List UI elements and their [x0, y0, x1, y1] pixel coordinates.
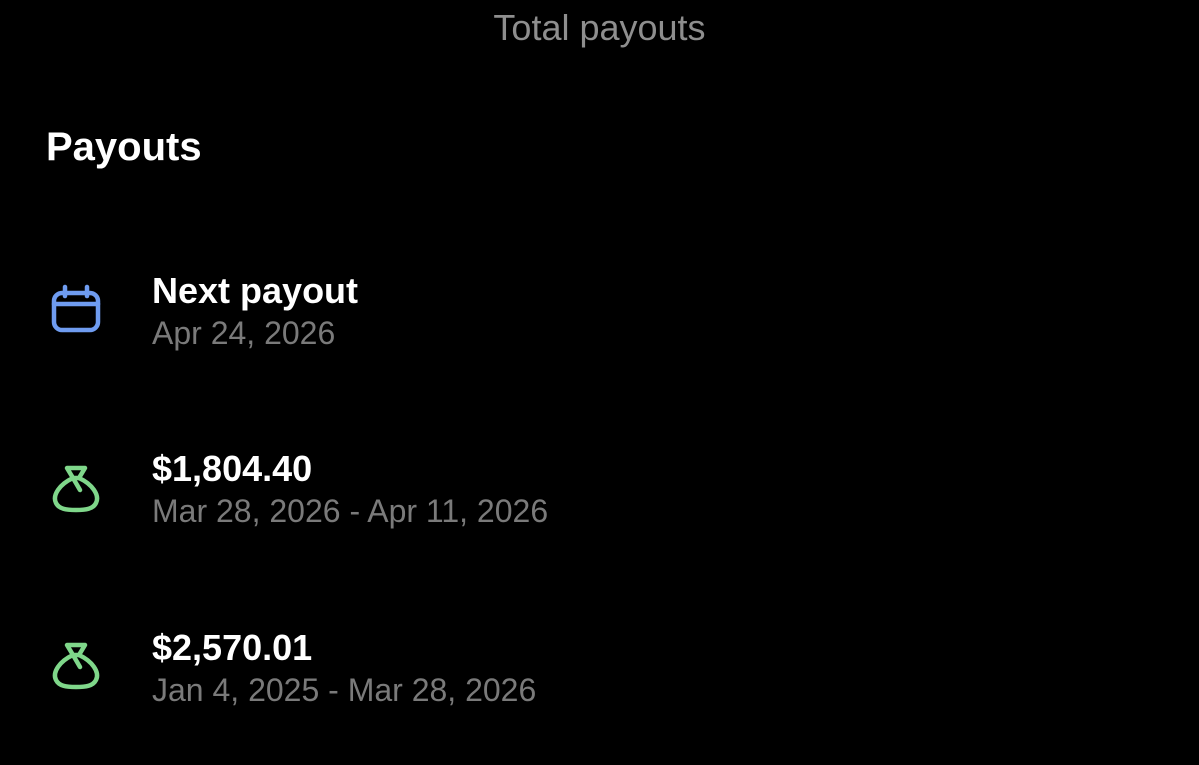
- list-item-date: Apr 24, 2026: [152, 315, 336, 351]
- list-item-title: Next payout: [152, 270, 359, 311]
- list-item-payout[interactable]: $2,570.01 Jan 4, 2025 - Mar 28, 2026: [0, 627, 1199, 727]
- list-item-amount: $2,570.01: [152, 627, 313, 668]
- list-item-amount: $1,804.40: [152, 448, 313, 489]
- calendar-icon: [50, 284, 102, 336]
- list-item-date-range: Jan 4, 2025 - Mar 28, 2026: [152, 672, 537, 708]
- section-title: Payouts: [46, 125, 202, 169]
- money-bag-icon: [50, 462, 102, 514]
- list-item-payout[interactable]: $1,804.40 Mar 28, 2026 - Apr 11, 2026: [0, 448, 1199, 548]
- total-payouts-label: Total payouts: [493, 7, 706, 48]
- list-item-next-payout[interactable]: Next payout Apr 24, 2026: [0, 270, 1199, 370]
- list-item-date-range: Mar 28, 2026 - Apr 11, 2026: [152, 493, 549, 529]
- money-bag-icon: [50, 639, 102, 691]
